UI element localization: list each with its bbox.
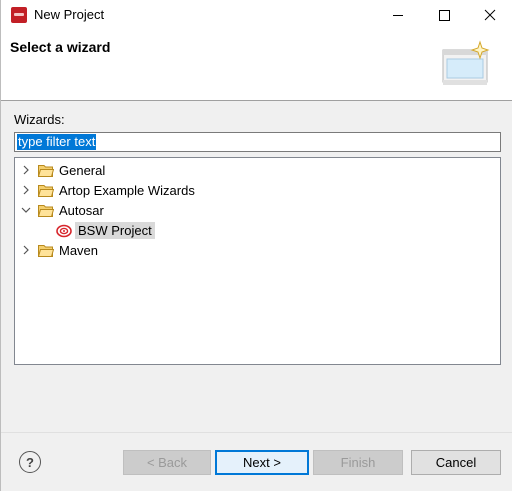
minimize-button[interactable] — [375, 0, 421, 30]
tree-item-artop-example-wizards[interactable]: Artop Example Wizards — [15, 180, 500, 200]
wizard-tree[interactable]: General Artop Example Wizards Autosar BS… — [14, 157, 501, 365]
close-button[interactable] — [467, 0, 512, 30]
wizards-label: Wizards: — [14, 112, 65, 127]
header-divider — [1, 100, 512, 101]
maximize-icon — [438, 9, 450, 21]
bsw-project-icon — [56, 224, 72, 238]
finish-button[interactable]: Finish — [313, 450, 403, 475]
chevron-right-icon[interactable] — [21, 185, 31, 195]
tree-item-label: Maven — [59, 243, 99, 258]
app-icon — [11, 7, 27, 23]
filter-input-text: type filter text — [17, 134, 97, 150]
minimize-icon — [393, 14, 403, 16]
help-button[interactable]: ? — [19, 451, 41, 473]
tree-item-maven[interactable]: Maven — [15, 240, 500, 260]
folder-icon — [38, 245, 54, 257]
tree-item-label: Autosar — [59, 203, 104, 218]
maximize-button[interactable] — [421, 0, 467, 30]
filter-input[interactable]: type filter text — [14, 132, 501, 152]
back-button[interactable]: < Back — [123, 450, 211, 475]
tree-item-label: General — [59, 163, 106, 178]
close-icon — [484, 9, 496, 21]
page-title: Select a wizard — [10, 39, 111, 55]
cancel-button[interactable]: Cancel — [411, 450, 501, 475]
folder-open-icon — [38, 205, 54, 217]
chevron-down-icon[interactable] — [21, 205, 31, 215]
tree-item-label: BSW Project — [75, 222, 155, 239]
tree-item-label: Artop Example Wizards — [59, 183, 195, 198]
tree-item-bsw-project[interactable]: BSW Project — [15, 220, 500, 240]
chevron-right-icon[interactable] — [21, 245, 31, 255]
tree-item-autosar[interactable]: Autosar — [15, 200, 500, 220]
chevron-right-icon[interactable] — [21, 165, 31, 175]
tree-item-general[interactable]: General — [15, 160, 500, 180]
folder-icon — [38, 185, 54, 197]
next-button[interactable]: Next > — [215, 450, 309, 475]
folder-icon — [38, 165, 54, 177]
title-bar: New Project — [1, 0, 512, 30]
footer-divider — [1, 432, 512, 433]
window-title: New Project — [34, 7, 105, 22]
wizard-header: Select a wizard — [1, 30, 512, 100]
wizard-banner-icon — [442, 40, 490, 85]
new-project-dialog: New Project Select a wizard Wizards: typ… — [0, 0, 512, 491]
